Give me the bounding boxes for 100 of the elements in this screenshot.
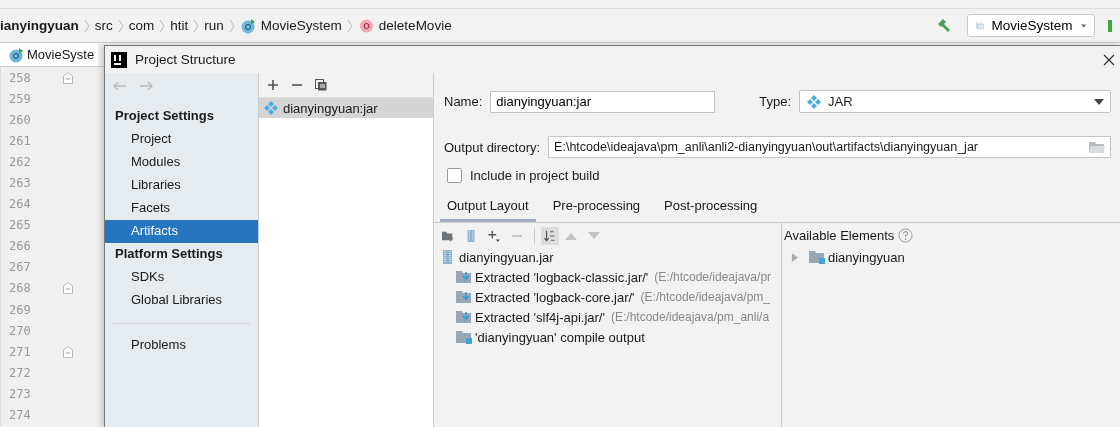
line-number: 259 — [9, 91, 31, 106]
tab[interactable]: Output Layout — [440, 193, 536, 222]
line-number: 261 — [9, 133, 31, 148]
diamonds-icon — [263, 100, 279, 116]
extract-icon — [456, 269, 472, 285]
editor-tab[interactable]: MovieSyste — [0, 43, 99, 66]
chevron-icon — [346, 17, 353, 34]
method-icon — [357, 17, 374, 34]
tab[interactable]: Post-processing — [657, 193, 765, 222]
tree-item-label: Extracted 'logback-core.jar/' — [475, 289, 635, 305]
available-element[interactable]: dianyingyuan — [782, 247, 1120, 267]
fold-marker-icon[interactable] — [63, 282, 73, 295]
tab[interactable]: Pre-processing — [545, 193, 648, 222]
section-header: Platform Settings — [114, 245, 224, 263]
folder-icon[interactable] — [1089, 141, 1105, 153]
hammer-icon[interactable] — [936, 17, 952, 34]
breadcrumb-item[interactable]: htit — [170, 18, 189, 33]
chevron-icon — [193, 17, 200, 34]
output-directory-label: Output directory: — [444, 139, 541, 155]
extract-icon — [456, 289, 472, 305]
fold-marker-icon[interactable] — [63, 345, 73, 358]
sidebar-item[interactable]: Problems — [105, 334, 258, 357]
fold-marker-icon[interactable] — [63, 71, 73, 84]
line-number: 263 — [9, 176, 31, 190]
expand-arrow-icon[interactable] — [791, 252, 798, 262]
artifact-item[interactable]: dianyingyuan:jar — [259, 98, 433, 118]
breadcrumb-item[interactable]: MovieSystem — [260, 18, 342, 33]
breadcrumb-item[interactable]: ianyingyuan — [0, 18, 79, 33]
tree-item-label: dianyingyuan.jar — [459, 249, 554, 265]
tree-item-path: (E:/htcode/ideajava/pr — [654, 270, 772, 284]
line-number: 264 — [9, 197, 31, 212]
line-number: 274 — [9, 408, 31, 423]
line-number: 268 — [9, 281, 31, 296]
line-number: 260 — [9, 112, 31, 127]
tree-item-label: Extracted 'logback-classic.jar/' — [475, 269, 649, 285]
add-dropdown-icon[interactable] — [488, 230, 500, 242]
chevron-icon — [83, 17, 90, 34]
sidebar-item[interactable]: SDKs — [105, 266, 258, 289]
caret-icon — [1094, 98, 1104, 105]
chevron-icon — [117, 17, 124, 34]
line-number: 262 — [9, 154, 31, 169]
breadcrumb-item[interactable]: run — [204, 18, 224, 33]
sort-button[interactable] — [541, 227, 559, 245]
line-number: 271 — [9, 344, 31, 359]
type-label: Type: — [759, 94, 792, 109]
run-icon[interactable] — [1108, 19, 1112, 32]
sidebar-item[interactable]: Modules — [105, 151, 258, 174]
layout-tree-item[interactable]: dianyingyuan.jar — [434, 247, 781, 267]
line-number: 272 — [9, 365, 31, 380]
diamonds-icon — [806, 93, 823, 110]
tree-item-path: (E:/htcode/ideajava/pm_ — [640, 290, 770, 304]
breadcrumb-item[interactable]: src — [94, 18, 113, 33]
line-number: 265 — [9, 218, 31, 233]
line-number: 273 — [9, 386, 31, 401]
tree-item-label: Extracted 'slf4j-api.jar/' — [475, 309, 605, 325]
sidebar-item[interactable]: Facets — [105, 197, 258, 220]
module-folder-icon — [809, 249, 825, 265]
layout-tree-item[interactable]: Extracted 'slf4j-api.jar/' (E:/htcode/ideajava/pm_anli/a — [434, 307, 781, 327]
caret-icon — [1080, 22, 1086, 29]
help-icon[interactable] — [898, 227, 914, 243]
line-number: 258 — [9, 70, 31, 85]
class-icon — [239, 17, 256, 34]
include-checkbox[interactable]: Include in project build — [434, 158, 1120, 183]
add-icon[interactable] — [267, 79, 279, 91]
class-icon — [8, 46, 24, 63]
line-number: 266 — [9, 239, 31, 254]
layout-tree-item[interactable]: Extracted 'logback-classic.jar/' (E:/htcode/ideajava/pr — [434, 267, 781, 287]
back-arrow-icon[interactable] — [113, 81, 127, 91]
breadcrumb-item[interactable]: deleteMovie — [378, 18, 452, 33]
output-directory-field[interactable]: E:\htcode\ideajava\pm_anli\anli2-dianyingyuan\out\artifacts\dianyingyuan_jar — [548, 136, 1111, 158]
line-number: 267 — [9, 260, 31, 275]
run-config-dropdown[interactable]: MovieSystem — [967, 14, 1095, 37]
layout-tree-item[interactable]: 'dianyingyuan' compile output — [434, 327, 781, 347]
name-label: Name: — [444, 94, 483, 109]
sidebar-item[interactable]: Artifacts — [105, 220, 258, 243]
chevron-icon — [228, 17, 235, 34]
name-field[interactable]: dianyingyuan:jar — [490, 90, 716, 113]
close-icon[interactable] — [1103, 53, 1115, 66]
copy-icon[interactable] — [315, 79, 327, 91]
section-header: Project Settings — [114, 107, 215, 125]
window-icon — [976, 19, 984, 32]
chevron-icon — [159, 17, 166, 34]
breadcrumb-item[interactable]: com — [128, 18, 155, 33]
available-elements-label: Available Elements — [784, 227, 895, 243]
archive-icon[interactable] — [465, 230, 477, 242]
layout-tree-item[interactable]: Extracted 'logback-core.jar/' (E:/htcode/ideajava/pm_ — [434, 287, 781, 307]
sidebar-item[interactable]: Project — [105, 128, 258, 151]
line-number: 269 — [9, 302, 31, 317]
tree-item-path: (E:/htcode/ideajava/pm_anli/a — [610, 310, 770, 324]
dialog-title: Project Structure — [135, 52, 236, 67]
sidebar-item[interactable]: Global Libraries — [105, 289, 258, 312]
app-logo-icon — [111, 51, 127, 68]
module-folder-icon — [456, 329, 472, 345]
sort-icon — [544, 230, 556, 242]
new-folder-icon[interactable] — [442, 230, 454, 242]
line-number: 270 — [9, 323, 31, 338]
forward-arrow-icon[interactable] — [139, 81, 153, 91]
extract-icon — [456, 309, 472, 325]
type-dropdown[interactable]: JAR — [799, 90, 1111, 113]
sidebar-item[interactable]: Libraries — [105, 174, 258, 197]
